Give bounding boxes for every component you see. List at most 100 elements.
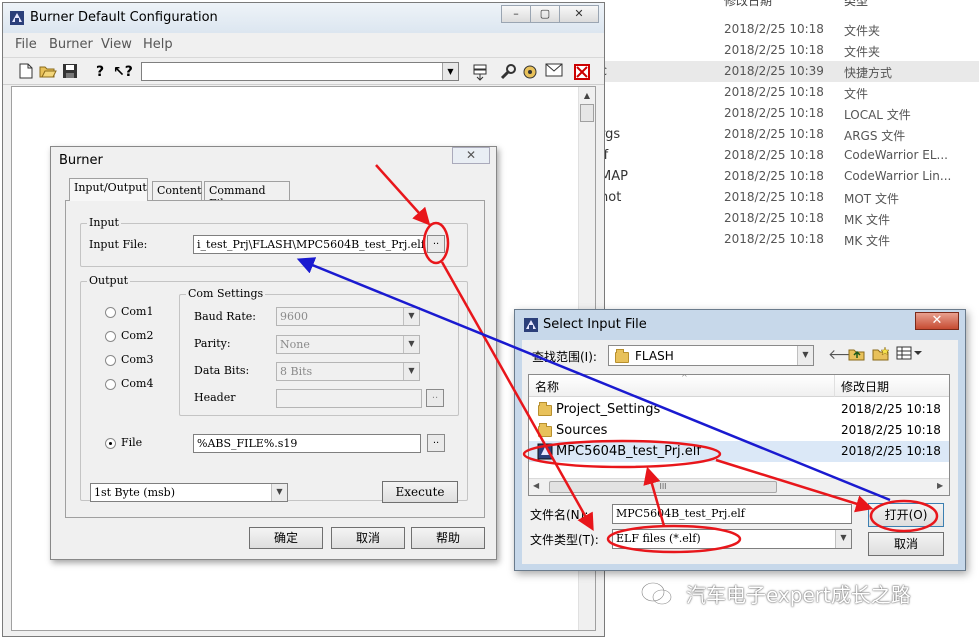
new-file-icon[interactable] [17, 63, 35, 81]
wechat-logo-icon [641, 582, 672, 605]
close-icon[interactable]: ✕ [559, 5, 599, 23]
file-row-selected[interactable]: MPC5604B_test_Prj.elf 2018/2/25 10:18 [529, 441, 949, 462]
sort-arrow-icon: ^ [681, 374, 688, 382]
main-window-title: Burner Default Configuration [30, 10, 218, 25]
scroll-left-icon[interactable]: ◀ [533, 481, 539, 490]
open-folder-icon[interactable] [39, 63, 57, 81]
explorer-row[interactable]: 2018/2/25 10:18 文件夹 [600, 19, 979, 40]
explorer-row-selected[interactable]: c 2018/2/25 10:39 快捷方式 [600, 61, 979, 82]
explorer-type-header[interactable]: 类型 [844, 0, 868, 9]
menu-file[interactable]: File [15, 37, 37, 52]
header-browse-button[interactable]: .. [426, 389, 444, 407]
mail-icon[interactable] [545, 63, 563, 81]
save-icon[interactable] [61, 63, 79, 81]
explorer-row[interactable]: not 2018/2/25 10:18 MOT 文件 [600, 187, 979, 208]
com-settings-group: Com Settings Baud Rate: 9600 ▼ Parity: N… [179, 287, 459, 416]
scroll-thumb[interactable]: III [549, 481, 777, 493]
view-menu-icon[interactable] [896, 345, 922, 364]
maximize-icon[interactable]: ▢ [530, 5, 560, 23]
menu-view[interactable]: View [101, 37, 132, 52]
help-icon[interactable]: ? [91, 63, 109, 81]
open-button[interactable]: 打开(O) [868, 503, 944, 527]
file-row[interactable]: Project_Settings 2018/2/25 10:18 [529, 399, 949, 420]
chevron-down-icon[interactable]: ▼ [403, 363, 419, 380]
com-settings-label: Com Settings [186, 287, 266, 300]
header-label: Header [194, 391, 236, 404]
select-cancel-button[interactable]: 取消 [868, 532, 944, 556]
explorer-row[interactable]: 2018/2/25 10:18 文件夹 [600, 40, 979, 61]
help-button[interactable]: 帮助 [411, 527, 485, 549]
explorer-row[interactable]: 2018/2/25 10:18 文件 [600, 82, 979, 103]
select-dialog-body: 查找范围(I): FLASH ▼ 🡐 名称 ^ 修改日期 Project_Set… [522, 340, 958, 564]
explorer-date-header[interactable]: 修改日期 [724, 0, 772, 9]
explorer-row[interactable]: lf 2018/2/25 10:18 CodeWarrior EL... [600, 145, 979, 166]
new-folder-icon[interactable] [872, 346, 890, 365]
input-file-label: Input File: [89, 238, 148, 251]
stop-icon[interactable] [573, 63, 591, 81]
explorer-row[interactable]: 2018/2/25 10:18 LOCAL 文件 [600, 103, 979, 124]
chevron-down-icon[interactable]: ▼ [442, 63, 458, 80]
baud-rate-select[interactable]: 9600 ▼ [276, 307, 420, 326]
context-help-icon[interactable]: ↖? [113, 63, 133, 81]
toolbar-command-combo[interactable]: ▼ [141, 62, 459, 81]
output-file-browse-button[interactable]: .. [427, 434, 445, 452]
tab-content[interactable]: Content [152, 181, 202, 200]
ok-button[interactable]: 确定 [249, 527, 323, 549]
com4-label: Com4 [121, 377, 154, 390]
scroll-up-icon[interactable]: ▲ [579, 87, 595, 104]
close-icon[interactable]: ✕ [915, 312, 959, 330]
radio-com2[interactable] [105, 331, 116, 342]
menu-help[interactable]: Help [143, 37, 173, 52]
menu-burner[interactable]: Burner [49, 37, 93, 52]
radio-file[interactable] [105, 438, 116, 449]
execute-button[interactable]: Execute [382, 481, 458, 503]
up-folder-icon[interactable] [848, 346, 866, 365]
explorer-row[interactable]: 2018/2/25 10:18 MK 文件 [600, 208, 979, 229]
chevron-down-icon[interactable]: ▼ [797, 346, 813, 365]
data-bits-select[interactable]: 8 Bits ▼ [276, 362, 420, 381]
folder-icon [615, 349, 629, 363]
cancel-button[interactable]: 取消 [331, 527, 405, 549]
byte-order-select[interactable]: 1st Byte (msb) ▼ [90, 483, 288, 502]
wrench-icon[interactable] [499, 63, 517, 81]
parity-select[interactable]: None ▼ [276, 335, 420, 354]
look-in-combo[interactable]: FLASH ▼ [608, 345, 814, 366]
output-file-field[interactable]: %ABS_FILE%.s19 [193, 434, 421, 453]
main-title-bar[interactable]: Burner Default Configuration – ▢ ✕ [3, 3, 604, 33]
chevron-down-icon[interactable]: ▼ [271, 484, 287, 501]
radio-com3[interactable] [105, 355, 116, 366]
file-name-input[interactable]: MPC5604B_test_Prj.elf [612, 504, 852, 524]
column-header-date[interactable]: 修改日期 [835, 375, 949, 397]
tab-input-output[interactable]: Input/Output [69, 178, 148, 201]
input-file-browse-button[interactable]: .. [427, 235, 445, 253]
watermark-text: 汽车电子expert成长之路 [686, 583, 911, 607]
close-icon[interactable]: ✕ [452, 147, 490, 164]
com2-label: Com2 [121, 329, 154, 342]
chevron-down-icon[interactable]: ▼ [403, 336, 419, 353]
com1-label: Com1 [121, 305, 154, 318]
radio-com4[interactable] [105, 379, 116, 390]
horizontal-scrollbar[interactable]: ◀ III ▶ [529, 478, 949, 495]
file-row[interactable]: Sources 2018/2/25 10:18 [529, 420, 949, 441]
gear-icon[interactable] [521, 63, 539, 81]
explorer-row[interactable]: rgs 2018/2/25 10:18 ARGS 文件 [600, 124, 979, 145]
scroll-right-icon[interactable]: ▶ [937, 481, 943, 490]
baud-rate-label: Baud Rate: [194, 310, 256, 323]
scroll-thumb[interactable] [580, 104, 594, 122]
explorer-row[interactable]: 2018/2/25 10:18 MK 文件 [600, 229, 979, 250]
chevron-down-icon[interactable]: ▼ [403, 308, 419, 325]
radio-com1[interactable] [105, 307, 116, 318]
explorer-row[interactable]: MAP 2018/2/25 10:18 CodeWarrior Lin... [600, 166, 979, 187]
menu-bar: File Burner View Help [3, 34, 604, 56]
file-type-select[interactable]: ELF files (*.elf) ▼ [612, 529, 852, 549]
minimize-icon[interactable]: – [501, 5, 531, 23]
header-field[interactable] [276, 389, 422, 408]
chevron-down-icon[interactable]: ▼ [835, 530, 851, 548]
tab-command-file[interactable]: Command File [204, 181, 290, 210]
data-bits-label: Data Bits: [194, 364, 250, 377]
file-name-label: 文件名(N): [530, 508, 589, 522]
input-file-field[interactable]: i_test_Prj\FLASH\MPC5604B_test_Prj.elf [193, 235, 425, 254]
caption-buttons: – ▢ ✕ [501, 5, 599, 23]
folder-icon [538, 423, 552, 437]
burn-stack-icon[interactable] [471, 63, 489, 81]
